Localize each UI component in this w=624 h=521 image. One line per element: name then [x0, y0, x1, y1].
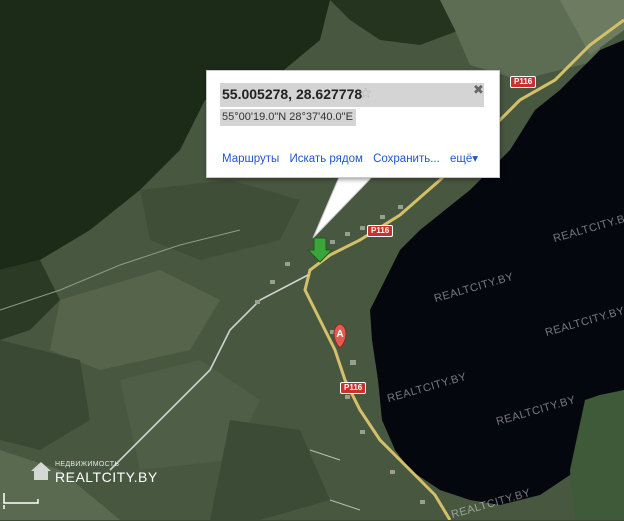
coordinates-decimal: 55.005278, 28.627778: [220, 83, 484, 107]
save-link[interactable]: Сохранить...: [373, 153, 440, 165]
road-label-p116: P116: [340, 382, 367, 394]
more-link[interactable]: ещё▾: [450, 153, 478, 165]
star-icon[interactable]: ☆: [359, 84, 372, 102]
road-label-p116: P116: [367, 225, 394, 237]
scale-bar: [3, 493, 39, 509]
coordinates-dms: 55°00'19.0"N 28°37'40.0"E: [220, 109, 356, 126]
house-logo-icon: [31, 462, 51, 480]
popup-actions: Маршруты Искать рядом Сохранить... ещё▾: [222, 151, 485, 165]
close-icon[interactable]: ✖: [473, 82, 484, 98]
marker-a-label: A: [336, 329, 343, 340]
logo-big-text: REALTCITY.BY: [55, 469, 158, 485]
search-nearby-link[interactable]: Искать рядом: [289, 153, 362, 165]
info-popup: 55.005278, 28.627778 ☆ ✖ 55°00'19.0"N 28…: [206, 70, 500, 178]
road-label-p116: P116: [510, 76, 537, 88]
logo-small-text: НЕДВИЖИМОСТЬ: [55, 461, 120, 468]
directions-link[interactable]: Маршруты: [222, 153, 279, 165]
